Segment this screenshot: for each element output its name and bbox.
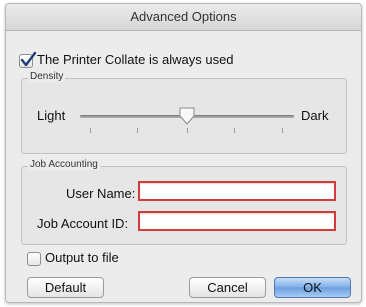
density-slider-thumb[interactable] [178,107,196,125]
advanced-options-dialog: Advanced Options The Printer Collate is … [5,3,362,303]
job-account-id-label: Job Account ID: [37,216,129,231]
density-tick [187,128,188,133]
default-button[interactable]: Default [27,277,104,298]
collate-label: The Printer Collate is always used [37,52,234,67]
job-accounting-legend: Job Accounting [28,159,100,170]
density-light-label: Light [37,108,66,123]
dialog-title: Advanced Options [6,4,361,31]
job-accounting-group [21,166,347,245]
cancel-button[interactable]: Cancel [189,277,266,298]
user-name-label: User Name: [66,186,136,201]
checkmark-icon [20,51,37,67]
ok-button[interactable]: OK [274,277,351,298]
density-tick [234,128,235,133]
density-tick [90,128,91,133]
user-name-input[interactable] [138,181,336,201]
density-tick [137,128,138,133]
density-legend: Density [28,71,66,82]
output-to-file-label: Output to file [45,250,119,265]
job-account-id-input[interactable] [138,211,336,231]
output-to-file-checkbox[interactable] [27,252,41,266]
density-dark-label: Dark [301,108,329,123]
collate-checkbox[interactable] [19,51,37,68]
density-tick [282,128,283,133]
